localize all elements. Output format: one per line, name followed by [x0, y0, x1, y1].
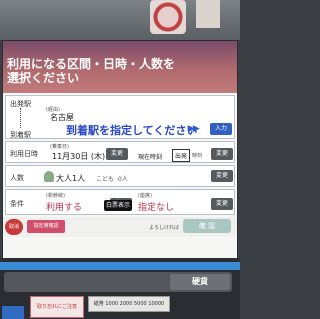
- seat-change-button[interactable]: 変更: [211, 198, 233, 210]
- warning-sticker: 取り忘れにご注意: [30, 296, 84, 318]
- shinkansen-small-label: (新幹線): [46, 193, 65, 199]
- selection-panel: 出発駅 (経由) 名古屋 到着駅 到着駅を指定してください ▶▶ 入力 利用日時…: [3, 93, 237, 259]
- arrow-icon: ▶▶: [188, 124, 200, 134]
- adult-count: 1人: [72, 174, 86, 183]
- coin-slot[interactable]: 硬貨: [170, 274, 230, 290]
- shinkansen-value: 利用する: [46, 203, 83, 213]
- confirm-button[interactable]: 確 認: [183, 219, 231, 233]
- time-extra: 時刻: [192, 153, 203, 159]
- adult-label: 大人: [56, 174, 72, 183]
- machine-blue-tab: [2, 306, 24, 319]
- bottom-bar: 取消 指定席確認 よろしければ 確 認: [3, 217, 237, 237]
- bill-slot[interactable]: 紙幣 1000 2000 5000 10000: [88, 296, 170, 312]
- station-sign-icon: [150, 0, 186, 34]
- date-value: 11月30日 (木): [52, 152, 106, 161]
- instruction-line-2: 選択ください: [7, 71, 80, 85]
- instruction-title: 利用になる区間・日時・人数を 選択ください: [7, 57, 232, 85]
- seat-small-label: (座席): [138, 193, 152, 199]
- child-label: こども: [96, 176, 115, 183]
- arrival-prompt: 到着駅を指定してください: [66, 124, 198, 137]
- input-button[interactable]: 入力: [210, 123, 232, 135]
- time-change-button[interactable]: 変更: [211, 148, 233, 160]
- seat-value: 指定なし: [138, 203, 175, 213]
- date-small-label: (乗車日): [50, 144, 69, 150]
- date-label: 利用日時: [10, 150, 38, 158]
- date-row: 利用日時 (乗車日) 11月30日 (木) 変更 現在時刻 出発 時刻 変更: [5, 141, 235, 163]
- instruction-header: 利用になる区間・日時・人数を 選択ください: [3, 41, 237, 93]
- sign-post: [196, 0, 220, 28]
- time-mode-badge: 出発: [172, 149, 191, 162]
- people-row: 人数 大人 1人 こども 0人 変更: [5, 165, 235, 187]
- reserved-seat-button[interactable]: 指定席確認: [27, 220, 65, 233]
- people-label: 人数: [10, 174, 24, 182]
- ticket-machine-screen: 利用になる区間・日時・人数を 選択ください 出発駅 (経由) 名古屋 到着駅 到…: [2, 40, 238, 259]
- conditions-label: 条件: [10, 200, 24, 208]
- route-row: 出発駅 (経由) 名古屋 到着駅 到着駅を指定してください ▶▶ 入力: [5, 95, 235, 139]
- people-change-button[interactable]: 変更: [211, 170, 233, 182]
- child-count: 0人: [118, 176, 128, 183]
- route-line: [20, 108, 22, 128]
- confirm-hint: よろしければ: [149, 225, 180, 231]
- cancel-button[interactable]: 取消: [5, 219, 23, 235]
- time-value: 現在時刻: [138, 154, 163, 161]
- instruction-line-1: 利用になる区間・日時・人数を: [7, 57, 176, 71]
- display-toggle-button[interactable]: 白票表示: [104, 200, 132, 211]
- person-icon: [44, 171, 54, 182]
- arrival-label: 到着駅: [10, 131, 31, 139]
- date-change-button[interactable]: 変更: [106, 148, 128, 160]
- machine-blue-strip: [0, 262, 240, 270]
- arrival-select-area[interactable]: 到着駅を指定してください ▶▶ 入力: [38, 120, 234, 138]
